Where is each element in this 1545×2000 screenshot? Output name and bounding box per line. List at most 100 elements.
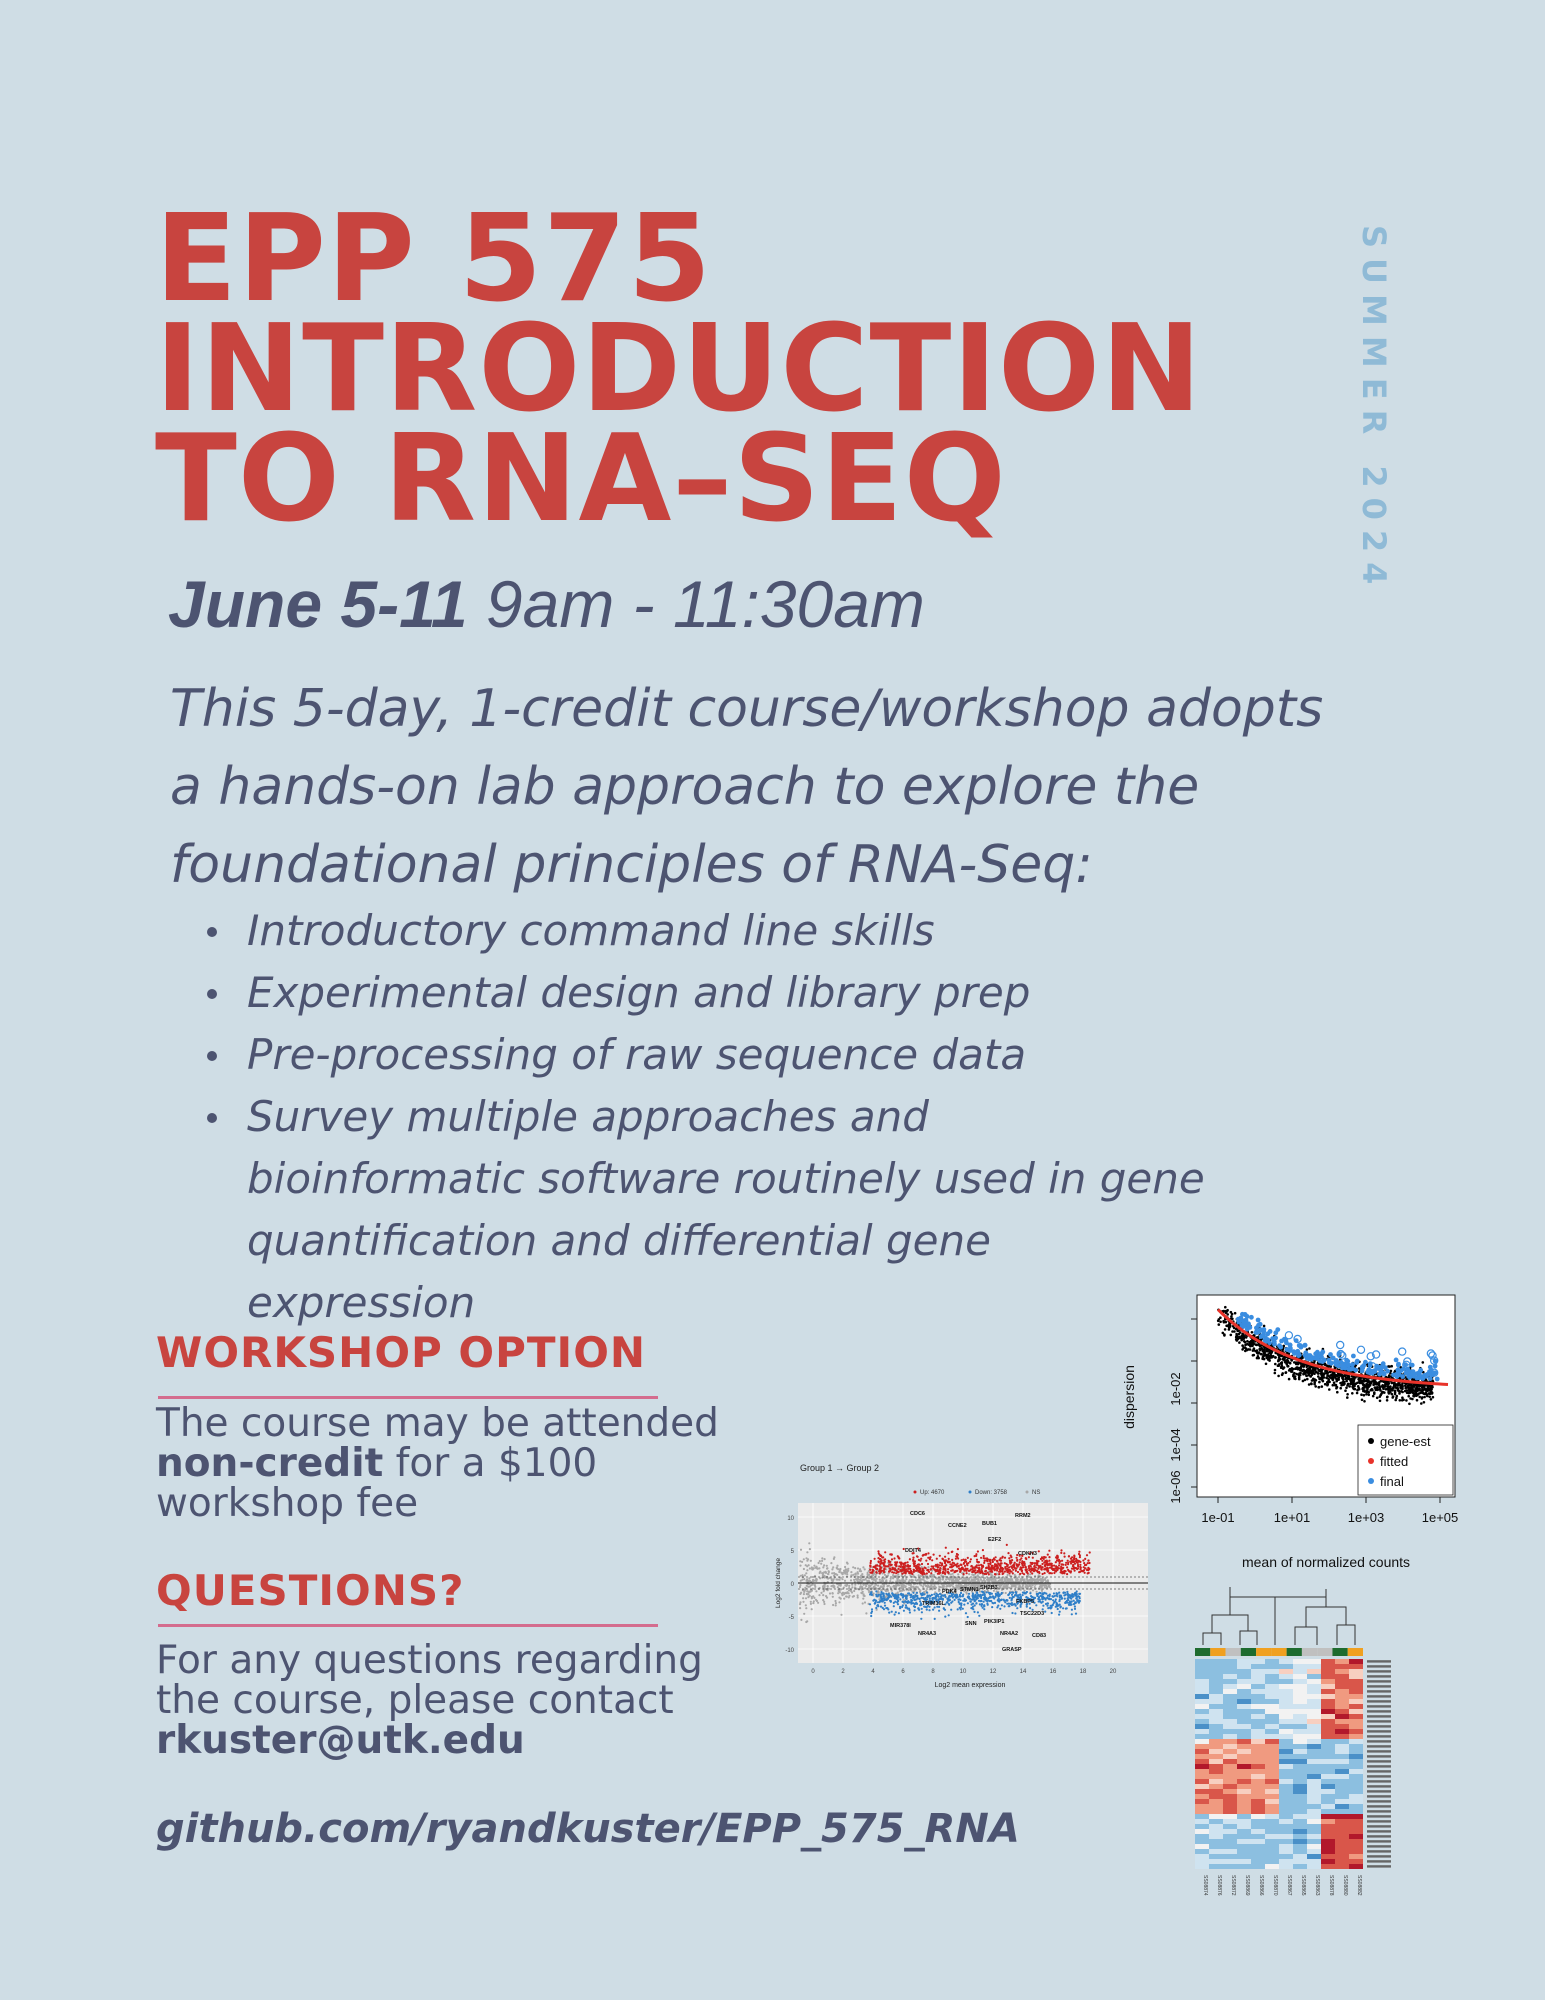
ma-point bbox=[801, 1574, 804, 1577]
ma-point bbox=[803, 1578, 806, 1581]
ma-point bbox=[1084, 1557, 1087, 1560]
ma-point bbox=[947, 1571, 950, 1575]
ma-point bbox=[937, 1583, 940, 1586]
ma-point bbox=[1048, 1594, 1051, 1597]
ma-point bbox=[1008, 1572, 1011, 1575]
heatmap-cell bbox=[1223, 1679, 1237, 1684]
ma-point bbox=[918, 1570, 921, 1574]
ma-point bbox=[863, 1601, 867, 1604]
ma-point bbox=[890, 1553, 893, 1556]
dispersion-point bbox=[1325, 1371, 1329, 1375]
contact-email[interactable]: rkuster@utk.edu bbox=[156, 1718, 525, 1763]
workshop-divider bbox=[158, 1396, 658, 1399]
dispersion-point bbox=[1395, 1370, 1401, 1375]
course-intro: This 5-day, 1-credit course/workshop ado… bbox=[170, 679, 1324, 895]
ma-point bbox=[821, 1557, 824, 1560]
heatmap-cell bbox=[1195, 1694, 1209, 1699]
dispersion-point bbox=[1321, 1378, 1324, 1382]
ma-point bbox=[1087, 1559, 1090, 1562]
ma-point bbox=[1004, 1586, 1007, 1589]
ma-point bbox=[996, 1606, 999, 1609]
ma-point bbox=[1067, 1598, 1070, 1602]
ma-point bbox=[806, 1620, 809, 1623]
ma-point bbox=[975, 1564, 978, 1567]
ma-point bbox=[919, 1578, 922, 1581]
ma-point bbox=[1031, 1572, 1034, 1575]
ma-point bbox=[975, 1596, 979, 1599]
ma-point bbox=[800, 1618, 803, 1621]
heatmap-cell bbox=[1195, 1674, 1209, 1679]
ma-point bbox=[989, 1570, 992, 1573]
ma-point bbox=[1007, 1605, 1010, 1608]
ma-point bbox=[889, 1564, 892, 1567]
ma-point bbox=[909, 1583, 912, 1586]
ma-point bbox=[821, 1559, 824, 1562]
ma-point bbox=[1037, 1574, 1040, 1577]
dispersion-point bbox=[1338, 1373, 1341, 1376]
ma-point bbox=[1078, 1571, 1081, 1574]
ma-point bbox=[1078, 1556, 1081, 1559]
dispersion-point bbox=[1287, 1377, 1291, 1381]
dispersion-point bbox=[1294, 1377, 1297, 1381]
dispersion-point bbox=[1342, 1380, 1345, 1383]
heatmap-cell bbox=[1251, 1679, 1265, 1684]
dispersion-point bbox=[1430, 1387, 1433, 1391]
ma-point bbox=[961, 1607, 964, 1610]
heatmap-cell bbox=[1251, 1684, 1265, 1689]
ma-point bbox=[993, 1601, 997, 1604]
heatmap-cell bbox=[1321, 1699, 1335, 1704]
ma-point bbox=[875, 1606, 878, 1610]
season-label: SUMMER 2024 bbox=[1355, 225, 1393, 595]
ma-point bbox=[920, 1596, 923, 1599]
dispersion-point bbox=[1374, 1382, 1378, 1386]
ma-point bbox=[994, 1573, 997, 1576]
ma-point bbox=[877, 1550, 880, 1553]
heatmap-cell bbox=[1251, 1694, 1265, 1699]
dispersion-point bbox=[1320, 1349, 1326, 1355]
heatmap-cell bbox=[1321, 1674, 1335, 1679]
ma-point bbox=[1006, 1578, 1009, 1581]
ma-point bbox=[896, 1578, 899, 1581]
ma-point bbox=[944, 1572, 947, 1575]
ma-point bbox=[1086, 1562, 1089, 1565]
ma-point bbox=[957, 1557, 960, 1560]
dispersion-point bbox=[1284, 1371, 1287, 1374]
ma-point bbox=[941, 1562, 944, 1565]
ma-point bbox=[909, 1593, 912, 1596]
heatmap-cell bbox=[1335, 1664, 1349, 1669]
ma-point bbox=[1041, 1562, 1044, 1566]
ma-point bbox=[1006, 1573, 1009, 1577]
dispersion-point bbox=[1325, 1376, 1328, 1380]
ma-point bbox=[1079, 1560, 1082, 1563]
ma-point bbox=[890, 1610, 893, 1613]
ma-point bbox=[1020, 1557, 1023, 1560]
heatmap-cell bbox=[1349, 1669, 1363, 1674]
ma-point bbox=[897, 1612, 900, 1615]
ma-point bbox=[1061, 1559, 1064, 1562]
dispersion-point bbox=[1326, 1357, 1332, 1363]
topic-item: Experimental design and library prep bbox=[205, 962, 1205, 1024]
ma-point bbox=[930, 1572, 933, 1575]
dispersion-point bbox=[1222, 1319, 1225, 1323]
ma-point bbox=[980, 1569, 983, 1572]
dispersion-point bbox=[1262, 1324, 1266, 1328]
ma-point bbox=[951, 1579, 954, 1582]
dispersion-point bbox=[1302, 1368, 1305, 1372]
ma-point bbox=[915, 1591, 918, 1594]
ma-point bbox=[1038, 1591, 1041, 1594]
ma-point bbox=[847, 1589, 851, 1592]
ma-point bbox=[920, 1562, 924, 1566]
heatmap-cell bbox=[1307, 1679, 1321, 1684]
ma-point bbox=[853, 1580, 856, 1583]
ma-point bbox=[947, 1552, 950, 1555]
dispersion-point bbox=[1381, 1390, 1384, 1394]
github-link[interactable]: github.com/ryandkuster/EPP_575_RNA bbox=[156, 1806, 1020, 1852]
disp-xtick: 1e+05 bbox=[1422, 1510, 1459, 1525]
ma-point bbox=[908, 1567, 911, 1570]
ma-point bbox=[1077, 1552, 1081, 1556]
dispersion-point bbox=[1405, 1391, 1409, 1395]
ma-point bbox=[1045, 1559, 1048, 1562]
heatmap-cell bbox=[1279, 1684, 1293, 1689]
ma-point bbox=[867, 1589, 870, 1592]
ma-point bbox=[1055, 1603, 1058, 1606]
